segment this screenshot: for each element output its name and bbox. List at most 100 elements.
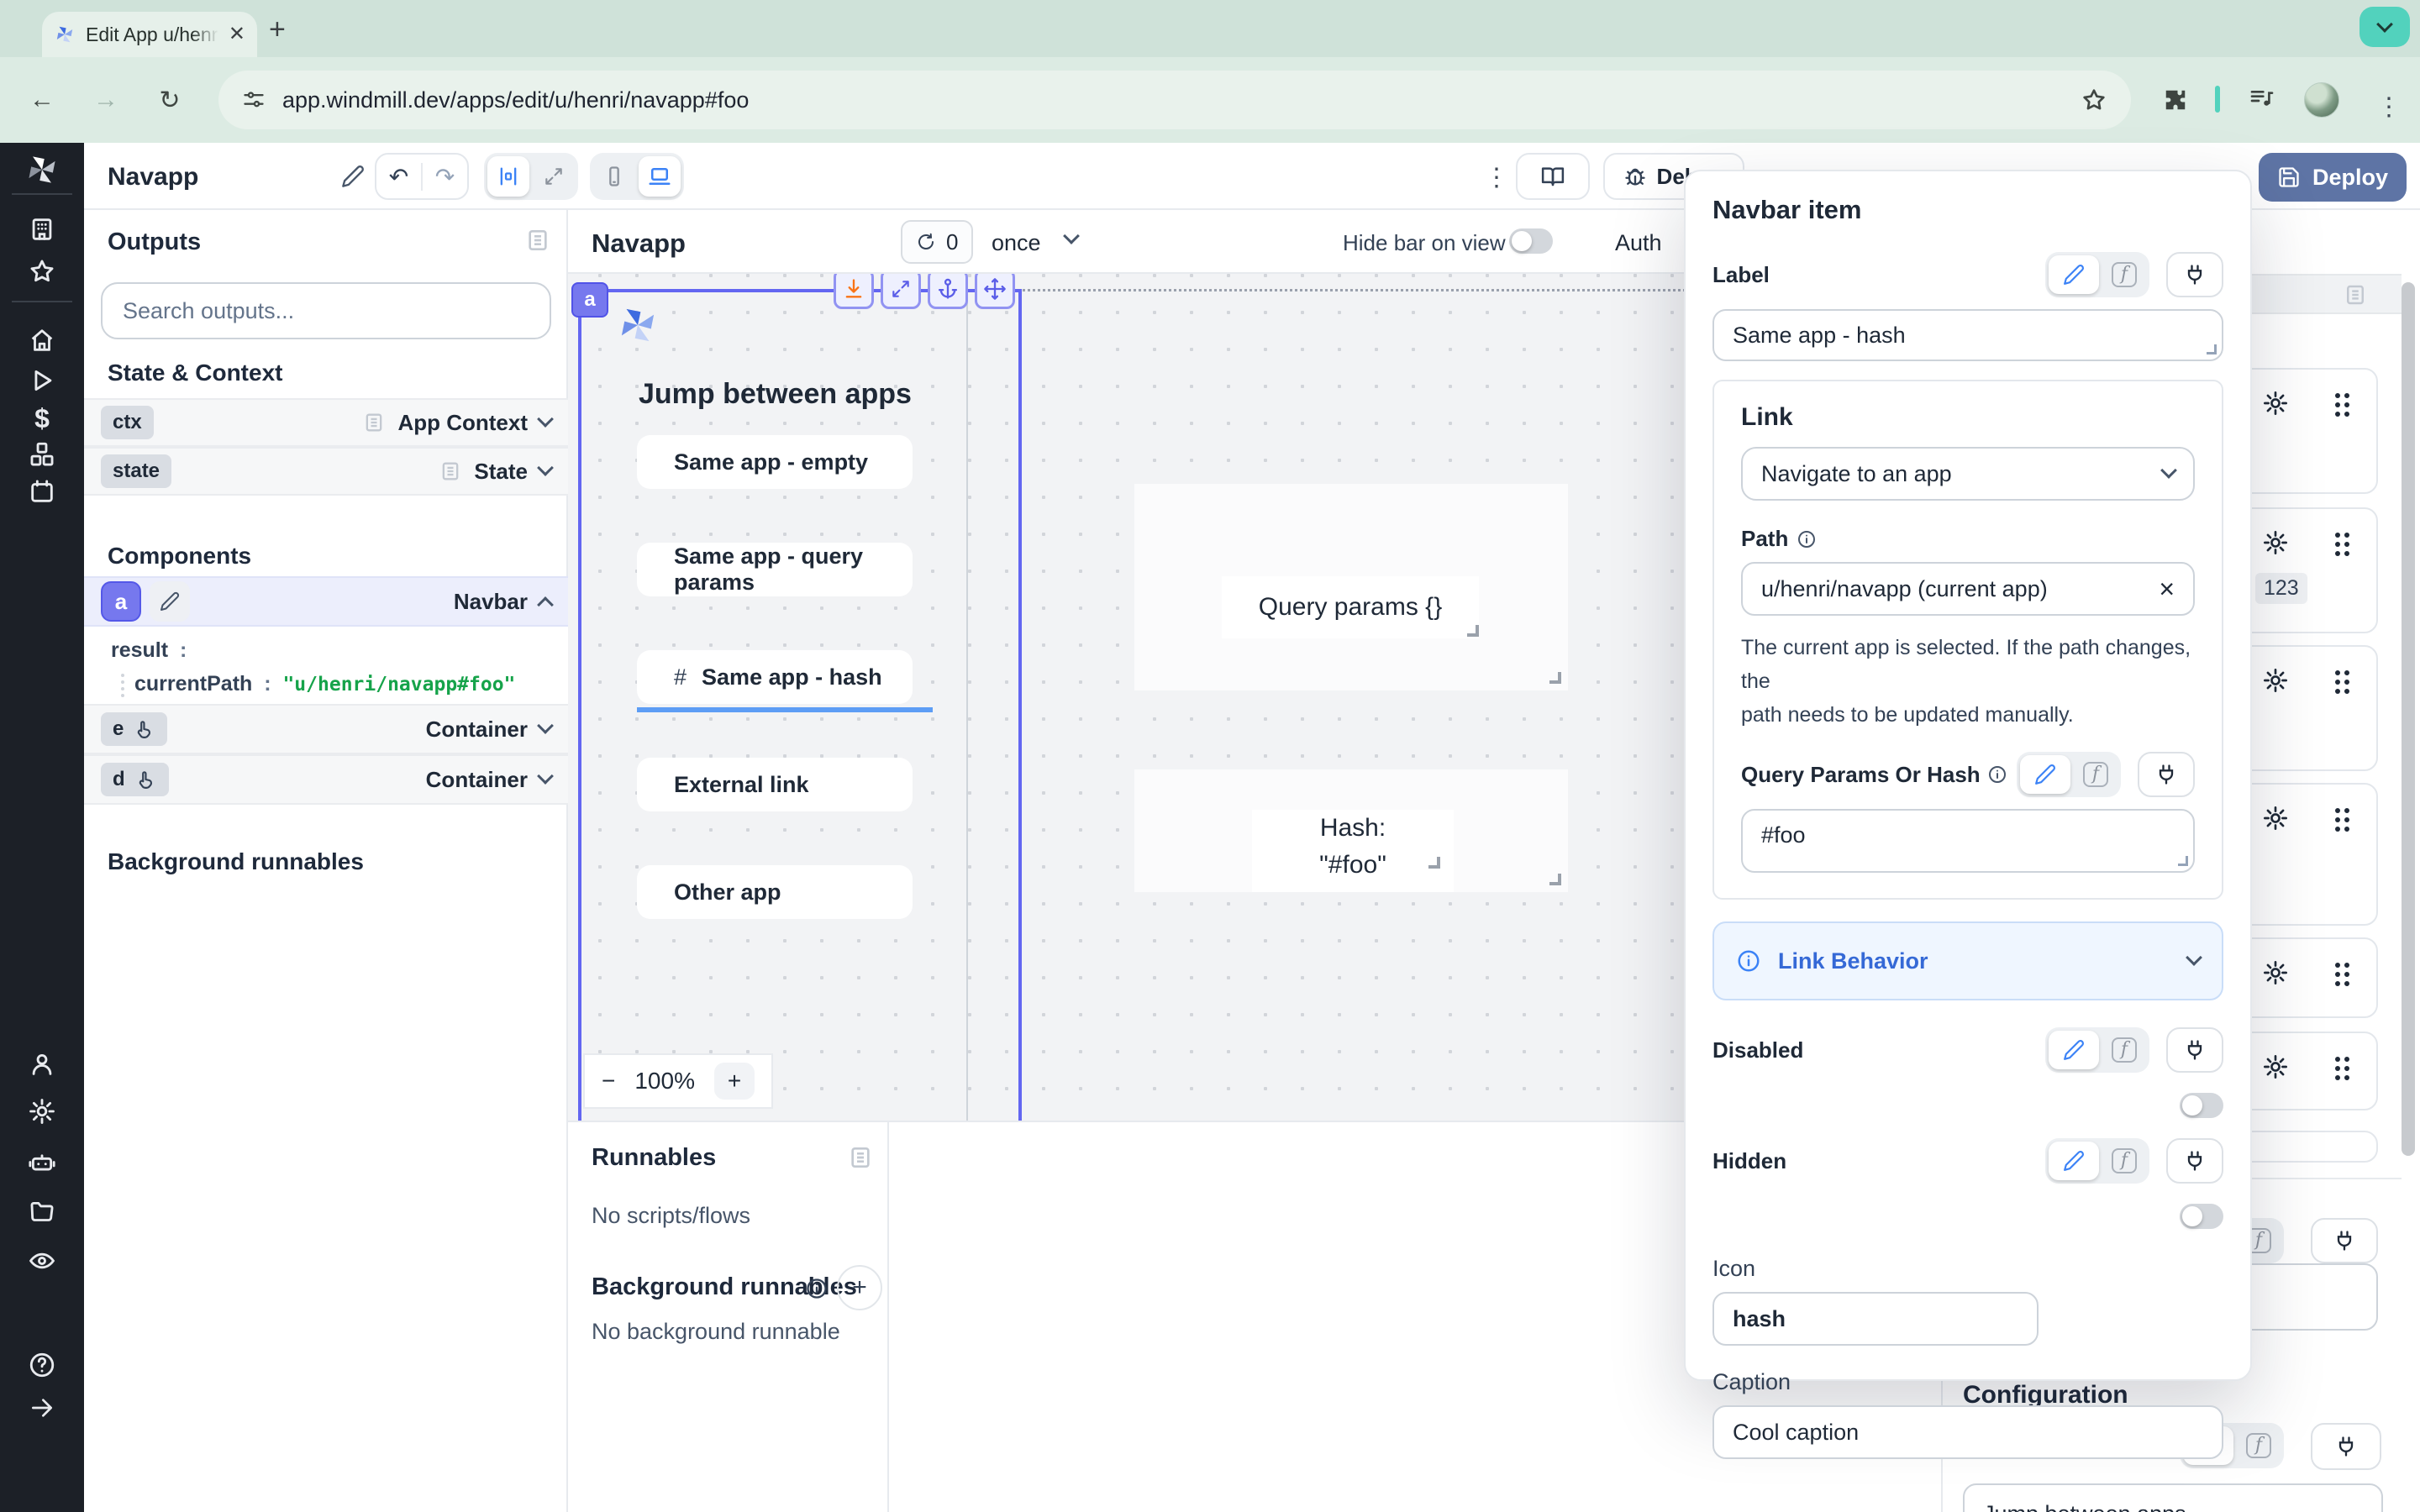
drag-handle-icon[interactable] — [2335, 963, 2349, 986]
clear-path-icon[interactable]: × — [2159, 574, 2175, 605]
nav-item-button[interactable]: Same app - query params — [637, 543, 913, 596]
reload-icon[interactable]: ↻ — [138, 86, 202, 115]
sidebar-item-apps[interactable] — [0, 215, 84, 244]
nav-item-button[interactable]: External link — [637, 758, 913, 811]
connect-plug-button[interactable] — [2311, 1218, 2378, 1263]
gear-icon[interactable] — [2262, 959, 2289, 986]
connect-plug-button[interactable] — [2138, 752, 2195, 797]
drag-handle-icon[interactable] — [2335, 1057, 2349, 1080]
fx-editor-button[interactable]: f — [2102, 1031, 2146, 1069]
static-editor-button[interactable] — [2049, 255, 2099, 294]
sidebar-item-folders[interactable] — [0, 1198, 84, 1226]
drag-handle-icon[interactable] — [2335, 670, 2349, 694]
chevron-down-icon[interactable] — [1063, 228, 1080, 244]
sidebar-item-home[interactable] — [0, 326, 84, 354]
docs-button[interactable] — [1516, 153, 1590, 200]
textarea-resize-handle[interactable] — [2207, 344, 2217, 354]
browser-menu-icon[interactable]: ⋮ — [2376, 92, 2402, 122]
zoom-in-button[interactable]: + — [714, 1063, 755, 1100]
ctx-row[interactable]: ctx App Context — [84, 398, 568, 447]
fill-height-icon[interactable] — [834, 274, 874, 309]
connect-plug-button[interactable] — [2166, 1027, 2223, 1073]
label-input[interactable]: Same app - hash — [1712, 309, 2223, 361]
tab-close-icon[interactable]: ✕ — [229, 24, 245, 45]
navbar-component-row[interactable]: a Navbar — [84, 576, 568, 627]
caption-input[interactable]: Cool caption — [1712, 1405, 2223, 1459]
tab-search-chevron-icon[interactable] — [2360, 7, 2410, 47]
sidebar-item-audit-logs[interactable] — [0, 1247, 84, 1275]
drag-handle-icon[interactable] — [2335, 393, 2349, 417]
sidebar-item-workers[interactable] — [0, 1149, 84, 1178]
add-background-runnable-button[interactable]: + — [837, 1265, 882, 1310]
sidebar-expand-icon[interactable] — [0, 1394, 84, 1421]
chevron-down-icon[interactable] — [537, 768, 554, 785]
url-text[interactable]: app.windmill.dev/apps/edit/u/henri/navap… — [282, 87, 2064, 113]
move-component-icon[interactable] — [975, 274, 1015, 309]
hidden-toggle[interactable] — [2180, 1204, 2223, 1229]
static-editor-button[interactable] — [2049, 1142, 2099, 1180]
resize-handle[interactable] — [1549, 874, 1561, 885]
site-settings-icon[interactable] — [242, 88, 266, 112]
sidebar-item-schedules[interactable] — [0, 477, 84, 506]
drag-handle-icon[interactable] — [2335, 808, 2349, 832]
nav-item-button[interactable]: Same app - empty — [637, 435, 913, 489]
extensions-puzzle-icon[interactable] — [2163, 87, 2188, 113]
title-input[interactable]: Jump between apps — [1963, 1483, 2383, 1512]
edit-id-pencil-icon[interactable] — [150, 581, 190, 622]
chevron-down-icon[interactable] — [537, 459, 554, 476]
connect-plug-button[interactable] — [2311, 1423, 2381, 1470]
fx-editor-button[interactable]: f — [2102, 255, 2146, 294]
deploy-button[interactable]: Deploy — [2259, 153, 2407, 202]
gear-icon[interactable] — [2262, 1053, 2289, 1080]
panel-doc-icon[interactable] — [2343, 282, 2368, 307]
query-params-container[interactable]: Query params {} — [1134, 484, 1568, 690]
fx-editor-button[interactable]: f — [2074, 755, 2118, 794]
new-tab-button[interactable]: + — [269, 13, 286, 46]
gear-icon[interactable] — [2262, 667, 2289, 694]
sidebar-item-variables[interactable]: $ — [0, 403, 84, 434]
forward-icon[interactable]: → — [74, 86, 138, 114]
zoom-out-button[interactable]: − — [602, 1068, 615, 1095]
url-bar[interactable]: app.windmill.dev/apps/edit/u/henri/navap… — [218, 71, 2131, 129]
browser-tab[interactable]: Edit App u/henri/navapp | Win ✕ — [42, 12, 257, 57]
hash-container[interactable]: Hash: "#foo" — [1134, 769, 1568, 892]
refresh-mode-select[interactable]: once — [992, 230, 1041, 256]
sidebar-item-favorites[interactable] — [0, 257, 84, 286]
nav-item-button[interactable]: Other app — [637, 865, 913, 919]
bookmark-star-icon[interactable] — [2081, 87, 2107, 113]
sidebar-item-help[interactable] — [0, 1351, 84, 1379]
sidebar-item-users[interactable] — [0, 1050, 84, 1079]
static-editor-button[interactable] — [2049, 1031, 2099, 1069]
media-playlist-icon[interactable] — [2249, 86, 2275, 113]
connect-plug-button[interactable] — [2166, 252, 2223, 297]
gear-icon[interactable] — [2262, 805, 2289, 832]
editor-mode-button[interactable] — [487, 156, 529, 197]
more-menu-icon[interactable]: ⋮ — [1484, 163, 1509, 192]
disabled-toggle[interactable] — [2180, 1093, 2223, 1118]
gear-icon[interactable] — [2262, 529, 2289, 556]
panel-doc-icon[interactable] — [524, 227, 551, 254]
icon-input[interactable]: hash — [1712, 1292, 2039, 1346]
link-behavior-accordion[interactable]: Link Behavior — [1712, 921, 2223, 1000]
container-d-row[interactable]: d Container — [84, 754, 568, 805]
chevron-down-icon[interactable] — [537, 411, 554, 428]
desktop-view-button[interactable] — [639, 156, 681, 197]
edit-name-pencil-icon[interactable] — [341, 165, 365, 188]
expand-component-icon[interactable] — [881, 274, 921, 309]
chevron-up-icon[interactable] — [537, 596, 554, 613]
hide-bar-toggle[interactable] — [1509, 228, 1553, 254]
redo-button[interactable]: ↷ — [423, 163, 467, 191]
panel-doc-icon[interactable] — [847, 1144, 874, 1171]
refresh-count-box[interactable]: 0 — [901, 220, 973, 264]
sidebar-item-resources[interactable] — [0, 440, 84, 469]
static-editor-button[interactable] — [2020, 755, 2070, 794]
fx-editor-button[interactable]: f — [2237, 1426, 2281, 1465]
sidebar-item-settings[interactable] — [0, 1097, 84, 1126]
back-icon[interactable]: ← — [10, 86, 74, 114]
fx-editor-button[interactable]: f — [2102, 1142, 2146, 1180]
search-outputs-input[interactable]: Search outputs... — [101, 282, 551, 339]
undo-button[interactable]: ↶ — [376, 163, 423, 191]
windmill-logo[interactable] — [0, 151, 84, 188]
textarea-resize-handle[interactable] — [2178, 856, 2188, 866]
profile-avatar[interactable] — [2304, 82, 2339, 118]
